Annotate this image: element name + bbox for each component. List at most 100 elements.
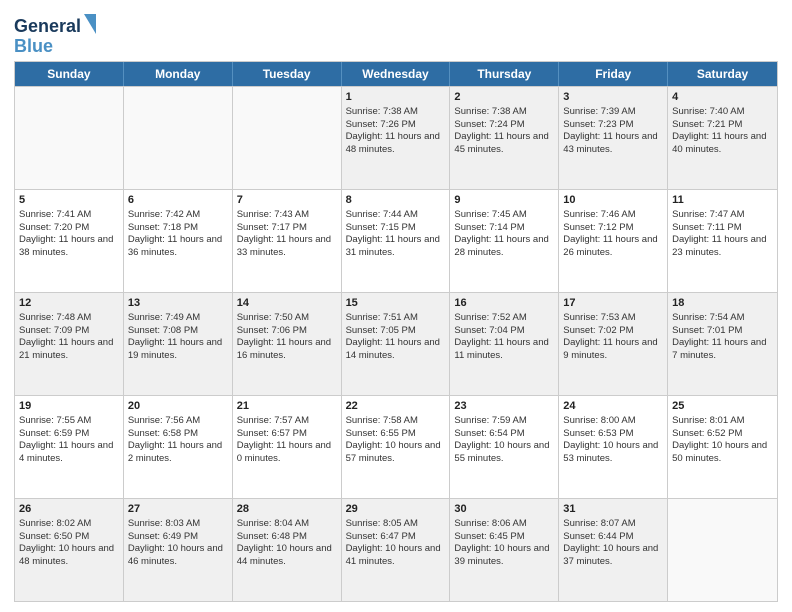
day-number: 2 — [454, 90, 554, 105]
calendar-cell: 13Sunrise: 7:49 AM Sunset: 7:08 PM Dayli… — [124, 293, 233, 395]
day-info: Sunrise: 7:52 AM Sunset: 7:04 PM Dayligh… — [454, 312, 548, 361]
calendar-cell — [15, 87, 124, 189]
calendar-header: Sunday Monday Tuesday Wednesday Thursday… — [15, 62, 777, 86]
calendar-cell: 3Sunrise: 7:39 AM Sunset: 7:23 PM Daylig… — [559, 87, 668, 189]
logo: General Blue — [14, 10, 104, 55]
page-header: General Blue — [14, 10, 778, 55]
day-number: 5 — [19, 193, 119, 208]
day-number: 4 — [672, 90, 773, 105]
day-number: 19 — [19, 399, 119, 414]
day-info: Sunrise: 7:56 AM Sunset: 6:58 PM Dayligh… — [128, 415, 222, 464]
calendar-cell: 22Sunrise: 7:58 AM Sunset: 6:55 PM Dayli… — [342, 396, 451, 498]
day-number: 8 — [346, 193, 446, 208]
day-info: Sunrise: 7:44 AM Sunset: 7:15 PM Dayligh… — [346, 209, 440, 258]
calendar-cell: 10Sunrise: 7:46 AM Sunset: 7:12 PM Dayli… — [559, 190, 668, 292]
day-number: 3 — [563, 90, 663, 105]
calendar-cell: 26Sunrise: 8:02 AM Sunset: 6:50 PM Dayli… — [15, 499, 124, 601]
day-info: Sunrise: 7:38 AM Sunset: 7:26 PM Dayligh… — [346, 106, 440, 155]
calendar-cell: 8Sunrise: 7:44 AM Sunset: 7:15 PM Daylig… — [342, 190, 451, 292]
day-info: Sunrise: 7:47 AM Sunset: 7:11 PM Dayligh… — [672, 209, 766, 258]
calendar-cell: 6Sunrise: 7:42 AM Sunset: 7:18 PM Daylig… — [124, 190, 233, 292]
calendar-cell: 11Sunrise: 7:47 AM Sunset: 7:11 PM Dayli… — [668, 190, 777, 292]
day-number: 15 — [346, 296, 446, 311]
calendar-cell: 4Sunrise: 7:40 AM Sunset: 7:21 PM Daylig… — [668, 87, 777, 189]
day-number: 30 — [454, 502, 554, 517]
day-info: Sunrise: 7:39 AM Sunset: 7:23 PM Dayligh… — [563, 106, 657, 155]
day-info: Sunrise: 8:06 AM Sunset: 6:45 PM Dayligh… — [454, 518, 549, 567]
day-info: Sunrise: 7:48 AM Sunset: 7:09 PM Dayligh… — [19, 312, 113, 361]
day-info: Sunrise: 7:42 AM Sunset: 7:18 PM Dayligh… — [128, 209, 222, 258]
calendar-cell: 19Sunrise: 7:55 AM Sunset: 6:59 PM Dayli… — [15, 396, 124, 498]
calendar-cell: 15Sunrise: 7:51 AM Sunset: 7:05 PM Dayli… — [342, 293, 451, 395]
day-number: 20 — [128, 399, 228, 414]
calendar-cell: 29Sunrise: 8:05 AM Sunset: 6:47 PM Dayli… — [342, 499, 451, 601]
day-info: Sunrise: 8:05 AM Sunset: 6:47 PM Dayligh… — [346, 518, 441, 567]
calendar-cell — [124, 87, 233, 189]
day-number: 12 — [19, 296, 119, 311]
day-number: 24 — [563, 399, 663, 414]
calendar-cell: 14Sunrise: 7:50 AM Sunset: 7:06 PM Dayli… — [233, 293, 342, 395]
day-number: 21 — [237, 399, 337, 414]
calendar-row: 12Sunrise: 7:48 AM Sunset: 7:09 PM Dayli… — [15, 292, 777, 395]
header-sunday: Sunday — [15, 62, 124, 86]
calendar-row: 1Sunrise: 7:38 AM Sunset: 7:26 PM Daylig… — [15, 86, 777, 189]
day-number: 18 — [672, 296, 773, 311]
calendar-cell: 31Sunrise: 8:07 AM Sunset: 6:44 PM Dayli… — [559, 499, 668, 601]
day-number: 29 — [346, 502, 446, 517]
calendar-cell: 24Sunrise: 8:00 AM Sunset: 6:53 PM Dayli… — [559, 396, 668, 498]
day-info: Sunrise: 7:54 AM Sunset: 7:01 PM Dayligh… — [672, 312, 766, 361]
header-monday: Monday — [124, 62, 233, 86]
day-number: 13 — [128, 296, 228, 311]
calendar-row: 5Sunrise: 7:41 AM Sunset: 7:20 PM Daylig… — [15, 189, 777, 292]
calendar-cell: 20Sunrise: 7:56 AM Sunset: 6:58 PM Dayli… — [124, 396, 233, 498]
calendar-cell: 2Sunrise: 7:38 AM Sunset: 7:24 PM Daylig… — [450, 87, 559, 189]
calendar-cell: 18Sunrise: 7:54 AM Sunset: 7:01 PM Dayli… — [668, 293, 777, 395]
day-number: 25 — [672, 399, 773, 414]
day-number: 14 — [237, 296, 337, 311]
logo-svg: General Blue — [14, 10, 109, 58]
day-number: 9 — [454, 193, 554, 208]
day-info: Sunrise: 8:02 AM Sunset: 6:50 PM Dayligh… — [19, 518, 114, 567]
header-wednesday: Wednesday — [342, 62, 451, 86]
day-number: 28 — [237, 502, 337, 517]
day-number: 7 — [237, 193, 337, 208]
calendar: Sunday Monday Tuesday Wednesday Thursday… — [14, 61, 778, 602]
day-number: 1 — [346, 90, 446, 105]
day-info: Sunrise: 7:41 AM Sunset: 7:20 PM Dayligh… — [19, 209, 113, 258]
day-info: Sunrise: 8:00 AM Sunset: 6:53 PM Dayligh… — [563, 415, 658, 464]
calendar-cell: 25Sunrise: 8:01 AM Sunset: 6:52 PM Dayli… — [668, 396, 777, 498]
day-number: 27 — [128, 502, 228, 517]
calendar-cell: 23Sunrise: 7:59 AM Sunset: 6:54 PM Dayli… — [450, 396, 559, 498]
day-number: 6 — [128, 193, 228, 208]
day-number: 11 — [672, 193, 773, 208]
calendar-body: 1Sunrise: 7:38 AM Sunset: 7:26 PM Daylig… — [15, 86, 777, 601]
day-info: Sunrise: 7:40 AM Sunset: 7:21 PM Dayligh… — [672, 106, 766, 155]
day-number: 23 — [454, 399, 554, 414]
day-number: 26 — [19, 502, 119, 517]
header-friday: Friday — [559, 62, 668, 86]
calendar-cell — [668, 499, 777, 601]
day-number: 16 — [454, 296, 554, 311]
day-info: Sunrise: 7:45 AM Sunset: 7:14 PM Dayligh… — [454, 209, 548, 258]
day-info: Sunrise: 8:04 AM Sunset: 6:48 PM Dayligh… — [237, 518, 332, 567]
calendar-cell: 17Sunrise: 7:53 AM Sunset: 7:02 PM Dayli… — [559, 293, 668, 395]
day-number: 31 — [563, 502, 663, 517]
day-info: Sunrise: 7:59 AM Sunset: 6:54 PM Dayligh… — [454, 415, 549, 464]
calendar-row: 26Sunrise: 8:02 AM Sunset: 6:50 PM Dayli… — [15, 498, 777, 601]
day-number: 10 — [563, 193, 663, 208]
day-info: Sunrise: 7:53 AM Sunset: 7:02 PM Dayligh… — [563, 312, 657, 361]
day-info: Sunrise: 7:50 AM Sunset: 7:06 PM Dayligh… — [237, 312, 331, 361]
day-info: Sunrise: 8:07 AM Sunset: 6:44 PM Dayligh… — [563, 518, 658, 567]
calendar-cell: 5Sunrise: 7:41 AM Sunset: 7:20 PM Daylig… — [15, 190, 124, 292]
calendar-cell: 21Sunrise: 7:57 AM Sunset: 6:57 PM Dayli… — [233, 396, 342, 498]
svg-text:General: General — [14, 16, 81, 36]
day-info: Sunrise: 7:38 AM Sunset: 7:24 PM Dayligh… — [454, 106, 548, 155]
calendar-cell: 12Sunrise: 7:48 AM Sunset: 7:09 PM Dayli… — [15, 293, 124, 395]
day-info: Sunrise: 7:46 AM Sunset: 7:12 PM Dayligh… — [563, 209, 657, 258]
day-info: Sunrise: 7:57 AM Sunset: 6:57 PM Dayligh… — [237, 415, 331, 464]
calendar-cell: 27Sunrise: 8:03 AM Sunset: 6:49 PM Dayli… — [124, 499, 233, 601]
calendar-cell: 16Sunrise: 7:52 AM Sunset: 7:04 PM Dayli… — [450, 293, 559, 395]
calendar-cell: 9Sunrise: 7:45 AM Sunset: 7:14 PM Daylig… — [450, 190, 559, 292]
svg-text:Blue: Blue — [14, 36, 53, 56]
day-info: Sunrise: 7:55 AM Sunset: 6:59 PM Dayligh… — [19, 415, 113, 464]
